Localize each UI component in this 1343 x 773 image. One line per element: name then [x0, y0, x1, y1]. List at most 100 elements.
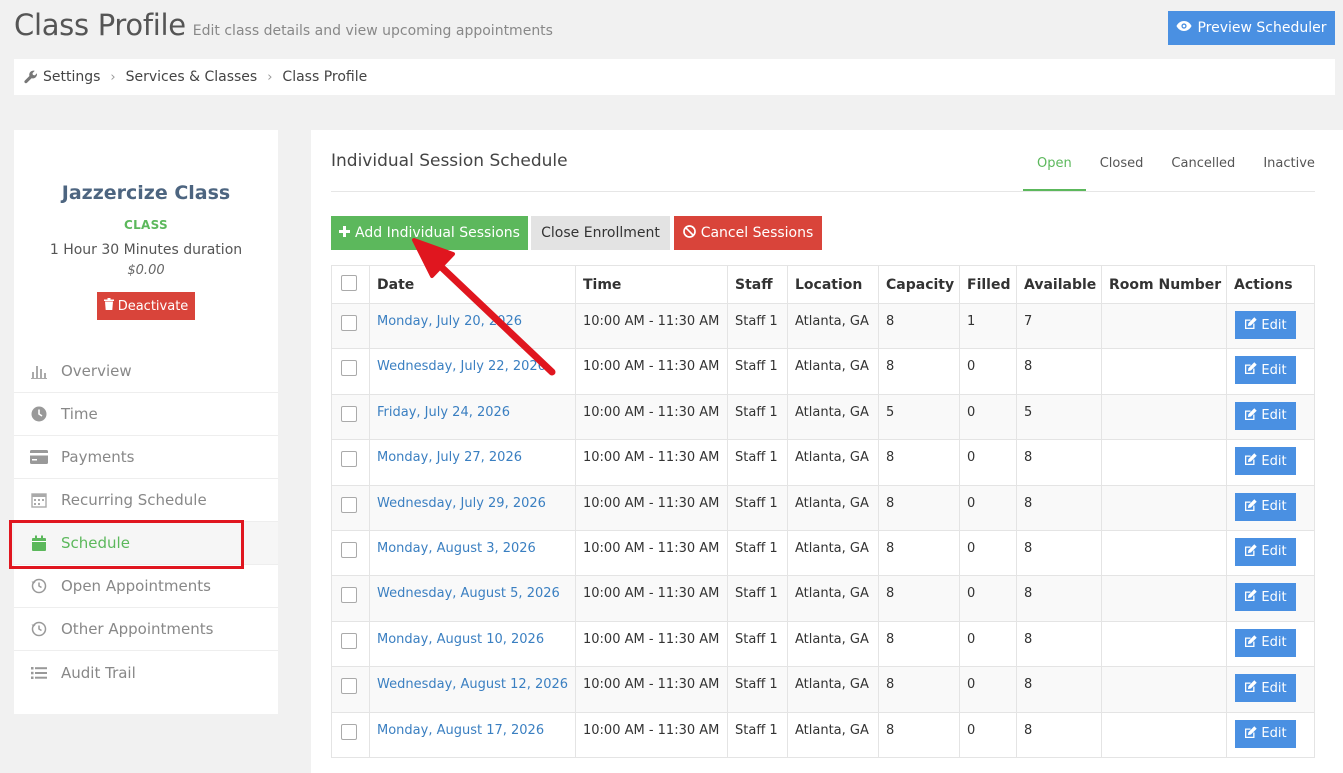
room-number-cell [1101, 575, 1227, 622]
date-cell: Monday, July 20, 2026 [369, 302, 576, 350]
room-number-cell [1101, 348, 1227, 395]
sidebar-item-payments[interactable]: Payments [14, 436, 278, 479]
row-checkbox[interactable] [341, 541, 357, 558]
edit-icon [1244, 544, 1258, 560]
actions-cell: Edit [1226, 393, 1315, 441]
row-checkbox[interactable] [341, 587, 357, 604]
preview-scheduler-button[interactable]: Preview Scheduler [1168, 11, 1335, 45]
preview-scheduler-label: Preview Scheduler [1197, 20, 1327, 36]
session-schedule-panel: Individual Session Schedule Open Closed … [311, 130, 1343, 773]
row-checkbox[interactable] [341, 632, 357, 649]
edit-icon [1244, 635, 1258, 651]
row-checkbox[interactable] [341, 405, 357, 422]
select-all-cell [331, 265, 370, 304]
session-date-link[interactable]: Monday, August 3, 2026 [377, 541, 536, 556]
session-date-link[interactable]: Wednesday, August 5, 2026 [377, 586, 560, 601]
edit-button[interactable]: Edit [1235, 583, 1296, 612]
row-select-cell [331, 439, 370, 486]
breadcrumb-services-classes[interactable]: Services & Classes [126, 69, 258, 85]
session-date-link[interactable]: Wednesday, August 12, 2026 [377, 677, 568, 692]
available-cell: 8 [1016, 711, 1102, 758]
date-cell: Monday, August 10, 2026 [369, 620, 576, 668]
row-checkbox[interactable] [341, 496, 357, 513]
date-cell: Wednesday, July 22, 2026 [369, 348, 576, 395]
sidebar-item-time[interactable]: Time [14, 393, 278, 436]
sidebar-item-audit-trail[interactable]: Audit Trail [14, 651, 278, 694]
class-duration: 1 Hour 30 Minutes duration [49, 242, 243, 258]
row-select-cell [331, 484, 370, 531]
tab-closed[interactable]: Closed [1086, 150, 1158, 192]
staff-cell: Staff 1 [727, 484, 788, 531]
session-date-link[interactable]: Monday, August 10, 2026 [377, 632, 544, 647]
table-row: Monday, August 17, 2026 10:00 AM - 11:30 … [331, 711, 1315, 758]
credit-card-icon [30, 448, 48, 466]
capacity-cell: 8 [878, 666, 960, 713]
edit-button[interactable]: Edit [1235, 401, 1296, 430]
edit-button[interactable]: Edit [1235, 674, 1296, 703]
tab-cancelled[interactable]: Cancelled [1157, 150, 1249, 192]
tab-open[interactable]: Open [1023, 150, 1086, 192]
edit-label: Edit [1261, 726, 1287, 742]
location-cell: Atlanta, GA [787, 348, 879, 395]
close-enrollment-label: Close Enrollment [541, 225, 660, 241]
page-subtitle: Edit class details and view upcoming app… [192, 23, 553, 39]
edit-button[interactable]: Edit [1235, 311, 1296, 339]
edit-button[interactable]: Edit [1235, 447, 1296, 476]
edit-button[interactable]: Edit [1235, 356, 1296, 385]
close-enrollment-button[interactable]: Close Enrollment [531, 216, 670, 250]
tab-inactive[interactable]: Inactive [1249, 150, 1329, 192]
session-date-link[interactable]: Monday, August 17, 2026 [377, 723, 544, 738]
edit-label: Edit [1261, 408, 1287, 424]
time-cell: 10:00 AM - 11:30 AM [575, 575, 728, 622]
room-number-cell [1101, 484, 1227, 531]
actions-cell: Edit [1226, 439, 1315, 486]
actions-cell: Edit [1226, 302, 1315, 350]
breadcrumb-settings[interactable]: Settings [43, 69, 100, 85]
filled-cell: 0 [959, 711, 1017, 758]
table-row: Wednesday, August 5, 2026 10:00 AM - 11:3… [331, 575, 1315, 622]
row-select-cell [331, 711, 370, 758]
sidebar-item-other-appointments[interactable]: Other Appointments [14, 608, 278, 651]
sidebar-item-recurring-schedule[interactable]: Recurring Schedule [14, 479, 278, 522]
add-individual-sessions-label: Add Individual Sessions [355, 225, 520, 241]
session-date-link[interactable]: Friday, July 24, 2026 [377, 405, 510, 420]
session-date-link[interactable]: Monday, July 20, 2026 [377, 314, 522, 329]
sidebar-nav: Overview Time Payments Recurring Schedul… [14, 350, 278, 694]
location-cell: Atlanta, GA [787, 666, 879, 713]
sidebar-item-overview[interactable]: Overview [14, 350, 278, 393]
sidebar-item-label: Audit Trail [61, 663, 136, 682]
capacity-cell: 8 [878, 711, 960, 758]
room-number-cell [1101, 302, 1227, 350]
deactivate-button[interactable]: Deactivate [97, 292, 195, 320]
edit-button[interactable]: Edit [1235, 492, 1296, 521]
edit-button[interactable]: Edit [1235, 537, 1296, 566]
cancel-sessions-button[interactable]: Cancel Sessions [674, 216, 822, 250]
edit-button[interactable]: Edit [1235, 719, 1296, 748]
date-cell: Wednesday, August 5, 2026 [369, 575, 576, 622]
edit-button[interactable]: Edit [1235, 628, 1296, 657]
column-header-staff: Staff [727, 265, 788, 304]
ban-icon [682, 224, 696, 242]
sidebar-item-schedule[interactable]: Schedule [14, 522, 278, 565]
sidebar-item-open-appointments[interactable]: Open Appointments [14, 565, 278, 608]
filled-cell: 0 [959, 529, 1017, 577]
session-date-link[interactable]: Monday, July 27, 2026 [377, 450, 522, 465]
row-checkbox[interactable] [341, 723, 357, 740]
available-cell: 8 [1016, 666, 1102, 713]
sessions-table-body: Monday, July 20, 2026 10:00 AM - 11:30 AM… [331, 302, 1315, 758]
row-checkbox[interactable] [341, 315, 357, 331]
session-date-link[interactable]: Wednesday, July 22, 2026 [377, 359, 546, 374]
session-date-link[interactable]: Wednesday, July 29, 2026 [377, 496, 546, 511]
staff-cell: Staff 1 [727, 302, 788, 350]
select-all-checkbox[interactable] [341, 274, 357, 291]
row-checkbox[interactable] [341, 678, 357, 695]
staff-cell: Staff 1 [727, 529, 788, 577]
add-individual-sessions-button[interactable]: Add Individual Sessions [331, 216, 528, 250]
column-header-time: Time [575, 265, 728, 304]
capacity-cell: 8 [878, 439, 960, 486]
column-header-available: Available [1016, 265, 1102, 304]
actions-cell: Edit [1226, 348, 1315, 395]
edit-label: Edit [1261, 544, 1287, 560]
row-checkbox[interactable] [341, 360, 357, 377]
row-checkbox[interactable] [341, 451, 357, 468]
